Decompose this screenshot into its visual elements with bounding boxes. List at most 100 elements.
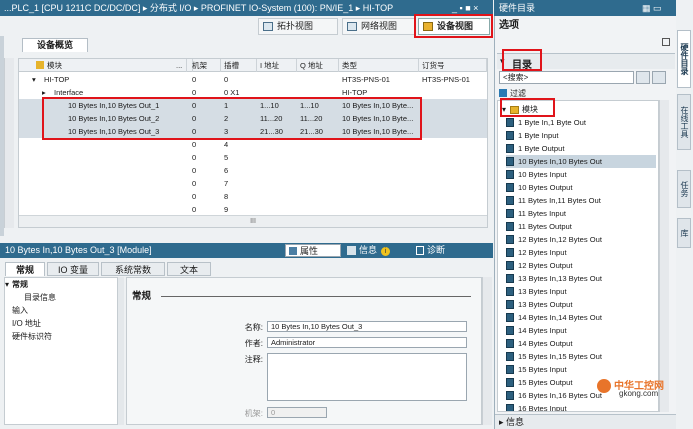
table-row[interactable]: 07: [19, 177, 487, 190]
tab-io-tags[interactable]: IO 变量: [47, 262, 99, 276]
tab-device-overview[interactable]: 设备概览: [22, 38, 88, 52]
catalog-item[interactable]: 13 Bytes In,13 Bytes Out: [506, 272, 656, 285]
side-tab-library[interactable]: 库: [677, 218, 691, 248]
col-module[interactable]: 模块: [33, 59, 193, 72]
catalog-item[interactable]: 1 Byte Input: [506, 129, 656, 142]
table-row[interactable]: ▾ HI-TOP 0 0 HT3S-PNS-01 HT3S-PNS-01: [19, 73, 487, 86]
module-icon: [506, 118, 514, 127]
catalog-item[interactable]: 11 Bytes In,11 Bytes Out: [506, 194, 656, 207]
info-button[interactable]: 信息 i: [345, 244, 413, 257]
catalog-item[interactable]: 11 Bytes Output: [506, 220, 656, 233]
topology-view-button[interactable]: 拓扑视图: [258, 18, 338, 35]
table-row[interactable]: 08: [19, 190, 487, 203]
table-header: 模块 ... 机架 插槽 I 地址 Q 地址 类型 订货号: [19, 59, 487, 72]
cell-order: [419, 112, 487, 125]
col-type[interactable]: 类型: [339, 59, 419, 72]
catalog-item[interactable]: 12 Bytes Input: [506, 246, 656, 259]
name-field[interactable]: 10 Bytes In,10 Bytes Out_3: [267, 321, 467, 332]
catalog-item[interactable]: 12 Bytes Output: [506, 259, 656, 272]
table-row[interactable]: 06: [19, 164, 487, 177]
cell-module: HI-TOP: [44, 75, 70, 84]
catalog-search-input[interactable]: <搜索>: [499, 71, 634, 84]
catalog-item[interactable]: 16 Bytes Input: [506, 402, 656, 411]
filter-icon[interactable]: [36, 61, 44, 69]
tab-system-constants[interactable]: 系统常数: [101, 262, 165, 276]
tab-text[interactable]: 文本: [167, 262, 211, 276]
collapse-arrow-icon[interactable]: ▾: [29, 73, 39, 86]
catalog-item[interactable]: 14 Bytes Output: [506, 337, 656, 350]
catalog-item[interactable]: 11 Bytes Input: [506, 207, 656, 220]
table-hscroll[interactable]: III: [19, 215, 487, 227]
nav-item[interactable]: 输入: [12, 305, 28, 317]
cell-qaddr: [297, 190, 339, 203]
search-up-icon[interactable]: [652, 71, 666, 84]
options-toggle-icon[interactable]: [662, 38, 670, 46]
network-icon: [347, 22, 357, 31]
highlight-catalog: [502, 49, 542, 71]
cell-module: [65, 164, 183, 177]
catalog-item[interactable]: 14 Bytes In,14 Bytes Out: [506, 311, 656, 324]
module-icon: [506, 170, 514, 179]
cell-slot: 6: [224, 166, 229, 175]
col-iaddr[interactable]: I 地址: [257, 59, 297, 72]
cell-order: [419, 151, 487, 164]
cell-qaddr: [297, 73, 339, 86]
nav-expand-icon[interactable]: ▾: [5, 279, 9, 291]
nav-item[interactable]: 目录信息: [24, 292, 56, 304]
col-slot[interactable]: 插槽: [221, 59, 257, 72]
search-icon[interactable]: [636, 71, 650, 84]
col-order[interactable]: 订货号: [419, 59, 487, 72]
cell-order: [419, 86, 487, 99]
catalog-controls[interactable]: ▦ ▭: [642, 0, 662, 16]
side-tab-tasks[interactable]: 任务: [677, 170, 691, 208]
comment-field[interactable]: [267, 353, 467, 401]
module-icon: [506, 313, 514, 322]
filter-checkbox[interactable]: [499, 89, 507, 97]
cell-type: [339, 151, 419, 164]
nav-scroll-handle[interactable]: [118, 277, 124, 425]
catalog-item[interactable]: 13 Bytes Output: [506, 298, 656, 311]
cell-rack: 0: [192, 153, 197, 162]
nav-item[interactable]: 常规: [12, 279, 28, 291]
cell-module: [65, 177, 183, 190]
info-section-header[interactable]: ▸ 信息: [495, 414, 676, 429]
cell-type: [339, 190, 419, 203]
catalog-item[interactable]: 15 Bytes Input: [506, 363, 656, 376]
tab-general[interactable]: 常规: [5, 262, 45, 276]
catalog-item[interactable]: 1 Byte In,1 Byte Out: [506, 116, 656, 129]
cell-slot: 8: [224, 192, 229, 201]
nav-item[interactable]: I/O 地址: [12, 318, 41, 330]
name-label: 名称:: [244, 323, 263, 332]
network-view-button[interactable]: 网络视图: [342, 18, 416, 35]
table-row[interactable]: 05: [19, 151, 487, 164]
side-tab-hardware-catalog[interactable]: 硬件目录: [677, 30, 691, 88]
col-rack[interactable]: 机架: [189, 59, 221, 72]
cell-iaddr: [257, 190, 297, 203]
cell-qaddr: [297, 164, 339, 177]
catalog-item[interactable]: 13 Bytes Input: [506, 285, 656, 298]
catalog-vscroll[interactable]: [659, 100, 669, 412]
module-icon: [506, 378, 514, 387]
author-field[interactable]: Administrator: [267, 337, 467, 348]
overview-vscroll[interactable]: [4, 58, 14, 228]
catalog-item[interactable]: 12 Bytes In,12 Bytes Out: [506, 233, 656, 246]
catalog-item[interactable]: 14 Bytes Input: [506, 324, 656, 337]
properties-button[interactable]: 属性: [285, 244, 341, 257]
diagnostics-button[interactable]: 诊断: [415, 244, 463, 257]
catalog-item[interactable]: 1 Byte Output: [506, 142, 656, 155]
catalog-item[interactable]: 10 Bytes In,10 Bytes Out: [506, 155, 656, 168]
catalog-item[interactable]: 10 Bytes Output: [506, 181, 656, 194]
module-icon: [506, 326, 514, 335]
col-qaddr[interactable]: Q 地址: [297, 59, 339, 72]
catalog-item[interactable]: 10 Bytes Input: [506, 168, 656, 181]
nav-item[interactable]: 硬件标识符: [12, 331, 52, 343]
catalog-item[interactable]: 15 Bytes In,15 Bytes Out: [506, 350, 656, 363]
side-tab-online-tools[interactable]: 在线工具: [677, 94, 691, 150]
module-icon: [506, 261, 514, 270]
cell-type: [339, 177, 419, 190]
module-icon: [506, 248, 514, 257]
cell-qaddr: [297, 151, 339, 164]
watermark: 中华工控网 gkong.com: [597, 377, 677, 401]
info-icon: [347, 246, 356, 255]
properties-vscroll[interactable]: [482, 277, 492, 425]
